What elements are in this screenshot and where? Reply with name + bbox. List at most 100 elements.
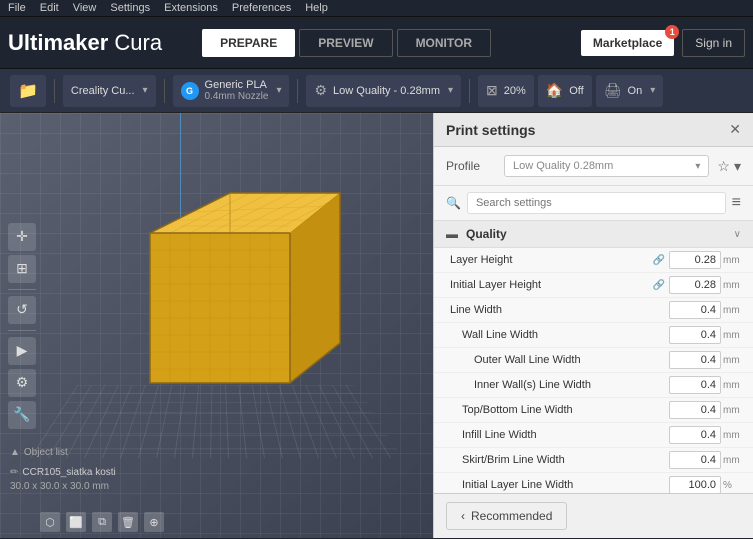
wall-line-width-input[interactable] [669, 326, 721, 344]
menu-file[interactable]: File [8, 2, 26, 14]
delete-icon[interactable]: 🗑 [118, 512, 138, 532]
menu-settings[interactable]: Settings [110, 2, 150, 14]
nav-prepare[interactable]: PREPARE [202, 29, 295, 57]
skirt-brim-line-width-label: Skirt/Brim Line Width [462, 454, 669, 466]
move-tool[interactable]: ✛ [8, 223, 36, 251]
toolbar-separator-2 [164, 79, 165, 103]
nozzle-desc: 0.4mm Nozzle [205, 91, 269, 102]
initial-layer-height-link-icon[interactable]: 🔗 [653, 280, 665, 291]
profile-dropdown-arrow: ▾ [695, 161, 700, 172]
skirt-brim-line-width-input[interactable] [669, 451, 721, 469]
menu-preferences[interactable]: Preferences [232, 2, 291, 14]
infill-line-width-input[interactable] [669, 426, 721, 444]
infill-selector[interactable]: ⊠ 20% [478, 75, 534, 107]
settings-icon: ⚙ [314, 82, 327, 99]
inner-wall-line-width-label: Inner Wall(s) Line Width [474, 379, 669, 391]
quality-section-header[interactable]: ▬ Quality ∨ [434, 221, 753, 248]
adhesion-value: On [628, 85, 643, 97]
marketplace-badge: 1 [665, 25, 679, 39]
perspective-icon[interactable]: ⬡ [40, 512, 60, 532]
adhesion-selector[interactable]: 🖨 On ▾ [596, 75, 664, 107]
outer-wall-line-width-input[interactable] [669, 351, 721, 369]
infill-line-width-row: Infill Line Width mm [434, 423, 753, 448]
settings-list: ▬ Quality ∨ Layer Height 🔗 mm Initial La… [434, 221, 753, 493]
layer-height-link-icon[interactable]: 🔗 [653, 255, 665, 266]
panel-close-button[interactable]: ✕ [729, 121, 741, 138]
header-right: Marketplace 1 Sign in [581, 29, 745, 57]
copy-icon[interactable]: ⧉ [92, 512, 112, 532]
wall-line-width-unit: mm [723, 330, 741, 341]
wall-line-width-label: Wall Line Width [462, 329, 669, 341]
settings-panel: Print settings ✕ Profile Low Quality 0.2… [433, 113, 753, 538]
support-value: Off [569, 85, 583, 97]
menu-help[interactable]: Help [305, 2, 328, 14]
nav-monitor[interactable]: MONITOR [397, 29, 491, 57]
profile-actions: ☆ ▾ [717, 158, 741, 175]
line-width-row: Line Width mm [434, 298, 753, 323]
cube-svg [100, 153, 360, 433]
line-width-unit: mm [723, 305, 741, 316]
quality-icon: ▬ [446, 227, 458, 241]
profile-menu-button[interactable]: ▾ [734, 158, 741, 175]
skirt-brim-line-width-unit: mm [723, 455, 741, 466]
initial-layer-line-width-row: Initial Layer Line Width % [434, 473, 753, 493]
machine-selector[interactable]: Creality Cu... ▾ [63, 75, 156, 107]
topbottom-line-width-label: Top/Bottom Line Width [462, 404, 669, 416]
initial-layer-line-width-input[interactable] [669, 476, 721, 493]
viewport[interactable]: ✛ ⊞ ↺ ▶ ⚙ 🔧 [0, 113, 433, 538]
panel-bottom: ‹ Recommended [434, 493, 753, 538]
initial-layer-height-row: Initial Layer Height 🔗 mm [434, 273, 753, 298]
folder-icon: 📁 [18, 81, 38, 101]
line-width-label: Line Width [450, 304, 669, 316]
material-selector[interactable]: G Generic PLA 0.4mm Nozzle ▾ [173, 75, 290, 107]
chevron-left-icon: ‹ [461, 509, 465, 523]
profile-dropdown[interactable]: Low Quality 0.28mm ▾ [504, 155, 709, 177]
settings-menu-icon[interactable]: ≡ [732, 194, 741, 212]
main-area: ✛ ⊞ ↺ ▶ ⚙ 🔧 [0, 113, 753, 538]
profile-star-button[interactable]: ☆ [717, 158, 730, 175]
menu-extensions[interactable]: Extensions [164, 2, 218, 14]
center-icon[interactable]: ⊕ [144, 512, 164, 532]
3d-object [100, 153, 360, 433]
settings-tool[interactable]: ⚙ [8, 369, 36, 397]
profile-value: Low Quality 0.28mm [513, 160, 613, 172]
box-icon[interactable]: ⬜ [66, 512, 86, 532]
signin-button[interactable]: Sign in [682, 29, 745, 57]
topbottom-line-width-row: Top/Bottom Line Width mm [434, 398, 753, 423]
undo-button[interactable]: ↺ [8, 296, 36, 324]
layer-height-input[interactable] [669, 251, 721, 269]
edit-icon: ✏ [10, 467, 18, 478]
infill-icon: ⊠ [486, 82, 498, 99]
search-icon: 🔍 [446, 196, 461, 210]
panel-title: Print settings [446, 122, 535, 138]
menu-edit[interactable]: Edit [40, 2, 59, 14]
marketplace-button[interactable]: Marketplace 1 [581, 30, 674, 56]
topbottom-line-width-input[interactable] [669, 401, 721, 419]
profile-label: Profile [446, 159, 496, 173]
profile-selector[interactable]: ⚙ Low Quality - 0.28mm ▾ [306, 75, 461, 107]
object-name-row[interactable]: ✏ CCR105_siatka kosti [10, 467, 116, 478]
menu-view[interactable]: View [73, 2, 97, 14]
nav-buttons: PREPARE PREVIEW MONITOR [202, 29, 491, 57]
scale-tool[interactable]: ⊞ [8, 255, 36, 283]
chevron-up-icon: ▲ [10, 447, 20, 458]
view-button-1[interactable]: ▶ [8, 337, 36, 365]
object-list-header[interactable]: ▲ Object list [10, 447, 68, 458]
nav-preview[interactable]: PREVIEW [299, 29, 392, 57]
material-dropdown-arrow: ▾ [276, 85, 281, 96]
adhesion-icon: 🖨 [604, 82, 622, 99]
menu-bar: File Edit View Settings Extensions Prefe… [0, 0, 753, 17]
panel-header: Print settings ✕ [434, 113, 753, 147]
support-selector[interactable]: 🏠 Off [538, 75, 592, 107]
profile-row: Profile Low Quality 0.28mm ▾ ☆ ▾ [434, 147, 753, 186]
inner-wall-line-width-input[interactable] [669, 376, 721, 394]
support-tool[interactable]: 🔧 [8, 401, 36, 429]
search-input[interactable] [467, 192, 726, 214]
initial-layer-height-input[interactable] [669, 276, 721, 294]
profile-dropdown-arrow: ▾ [448, 85, 453, 96]
toolbar-separator-4 [469, 79, 470, 103]
open-folder-button[interactable]: 📁 [10, 75, 46, 107]
infill-line-width-unit: mm [723, 430, 741, 441]
line-width-input[interactable] [669, 301, 721, 319]
recommended-button[interactable]: ‹ Recommended [446, 502, 567, 530]
